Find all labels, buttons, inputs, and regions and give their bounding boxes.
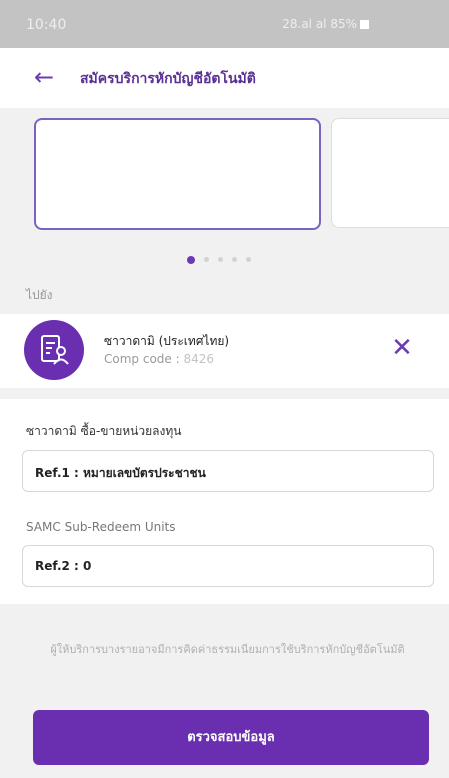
section-divider: [0, 388, 449, 399]
carousel-dot-5[interactable]: [246, 257, 251, 262]
verify-button[interactable]: ตรวจสอบข้อมูล: [33, 710, 429, 765]
ref1-value: Ref.1 : หมายเลขบัตรประชาชน: [35, 466, 206, 480]
ref1-label: ซาวาดามิ ซื้อ-ขายหน่วยลงทุน: [26, 424, 182, 438]
payee-name: ซาวาดามิ (ประเทศไทย): [104, 334, 230, 348]
carousel-card-active[interactable]: [34, 118, 321, 230]
payee-card: ซาวาดามิ (ประเทศไทย) Comp code : 8426 ✕: [0, 314, 449, 388]
status-time: 10:40: [26, 17, 67, 33]
payee-code-value: 8426: [183, 352, 215, 366]
ref1-input[interactable]: Ref.1 : หมายเลขบัตรประชาชน: [22, 450, 434, 492]
fee-note: ผู้ให้บริการบางรายอาจมีการคิดค่าธรรมเนีย…: [50, 643, 405, 656]
carousel-card-next[interactable]: [331, 118, 449, 228]
carousel-dot-4[interactable]: [232, 257, 237, 262]
carousel-dot-3[interactable]: [218, 257, 223, 262]
ref2-label: SAMC Sub-Redeem Units: [26, 520, 176, 534]
carousel-dot-2[interactable]: [204, 257, 209, 262]
bottom-panel: ผู้ให้บริการบางรายอาจมีการคิดค่าธรรมเนีย…: [0, 604, 449, 778]
ref2-input[interactable]: Ref.2 : 0: [22, 545, 434, 587]
document-person-icon: [24, 320, 84, 380]
battery-icon: [360, 20, 369, 29]
arrow-left-icon[interactable]: ←: [34, 62, 54, 92]
payee-section-label: ไปยัง: [26, 288, 53, 302]
status-indicators-text: 28.al al 85%: [282, 17, 357, 31]
biller-carousel[interactable]: [0, 108, 449, 268]
close-icon[interactable]: ✕: [384, 330, 420, 366]
header: ← สมัครบริการหักบัญชีอัตโนมัติ: [0, 48, 449, 109]
payee-code-label: Comp code :: [104, 352, 180, 366]
status-indicators: 28.al al 85%: [282, 17, 369, 31]
status-bar: 10:40 28.al al 85%: [0, 0, 449, 48]
payee-code: Comp code : 8426: [104, 352, 214, 366]
page-title: สมัครบริการหักบัญชีอัตโนมัติ: [80, 71, 256, 87]
carousel-dot-1[interactable]: [187, 255, 195, 264]
payee-section-header: ไปยัง: [0, 268, 449, 314]
ref2-value: Ref.2 : 0: [35, 559, 92, 573]
carousel-pagination: [187, 249, 260, 264]
